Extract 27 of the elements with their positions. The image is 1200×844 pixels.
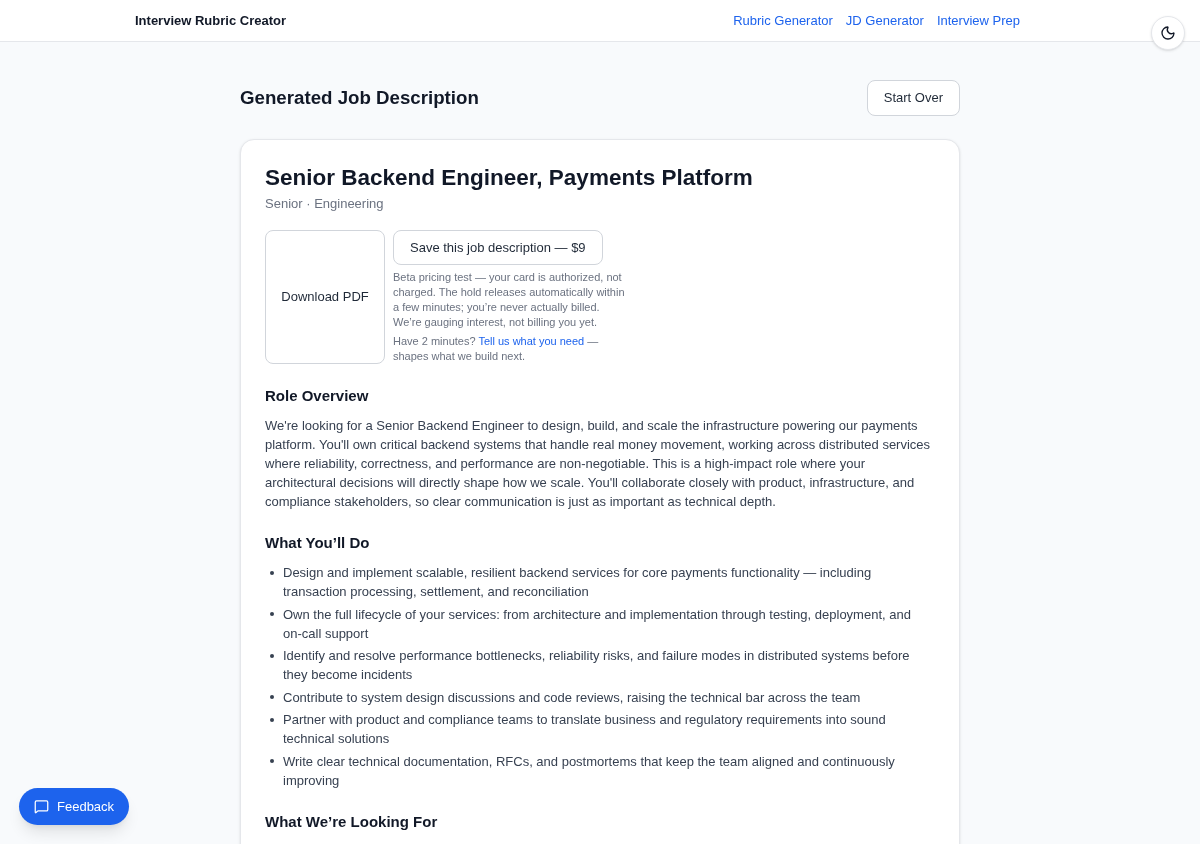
pricing-disclaimer: We’re gauging interest, not billing you yet. xyxy=(393,315,599,330)
save-job-description-button[interactable]: Save this job description — $9 xyxy=(393,230,603,265)
list-item-text: Own the full lifecycle of your services: from architecture and implementation through testing, deployment, and on-call support xyxy=(283,605,912,643)
section-heading: What We’re Looking For xyxy=(265,811,439,832)
section-heading: What You’ll Do xyxy=(265,533,371,553)
nav-link[interactable]: JD Generator xyxy=(845,10,924,31)
app-brand: Interview Rubric Creator xyxy=(135,11,286,30)
nav-link[interactable]: Rubric Generator xyxy=(733,10,833,31)
beta-pricing-notice: Beta pricing test — your card is authorized, not charged. The hold releases automatically within a few minutes; you’re never actually billed. xyxy=(393,270,626,315)
start-over-button[interactable]: Start Over xyxy=(866,80,960,116)
section-heading: Role Overview xyxy=(265,386,370,406)
tell-us-link[interactable]: Tell us what you need xyxy=(478,335,585,347)
list-item-text: Partner with product and compliance teams to translate business and regulatory requirements into sound technical solutions xyxy=(283,711,887,748)
list-item-text: Contribute to system design discussions and code reviews, raising the technical bar across the team xyxy=(283,688,861,707)
list-item-text: Write clear technical documentation, RFCs, and postmortems that keep the team aligned and continuously improving xyxy=(283,752,896,790)
list-item-text: Identify and resolve performance bottlenecks, reliability risks, and failure modes in distributed systems before they become incidents xyxy=(283,647,911,684)
moon-icon xyxy=(1160,25,1176,41)
job-meta: Senior · Engineering xyxy=(265,195,385,213)
page-title: Generated Job Description xyxy=(240,86,479,110)
chat-bubble-icon xyxy=(34,799,49,814)
nav-link[interactable]: Interview Prep xyxy=(936,10,1020,31)
job-title: Senior Backend Engineer, Payments Platform xyxy=(265,164,754,192)
list-item-text: Design and implement scalable, resilient backend services for core payments functionality — including transaction processing, settlement, and reconciliation xyxy=(283,564,873,601)
download-pdf-button[interactable]: Download PDF xyxy=(265,230,385,364)
feedback-button[interactable]: Feedback xyxy=(19,788,130,825)
feedback-prompt: Have 2 minutes? Tell us what you need — shapes what we build next. xyxy=(393,334,600,364)
section-paragraph: We're looking for a Senior Backend Engineer to design, build, and scale the infrastructure powering our payments platform. You'll own critical backend systems that handle real money movement, working across distributed services where reliability, correctness, and performance are non-negotiable. This is a high-impact role where your architectural decisions will directly shape how we scale. You'll collaborate closely with product, infrastructure, and compliance stakeholders, so clear communication is just as important as technical depth. xyxy=(265,417,932,511)
